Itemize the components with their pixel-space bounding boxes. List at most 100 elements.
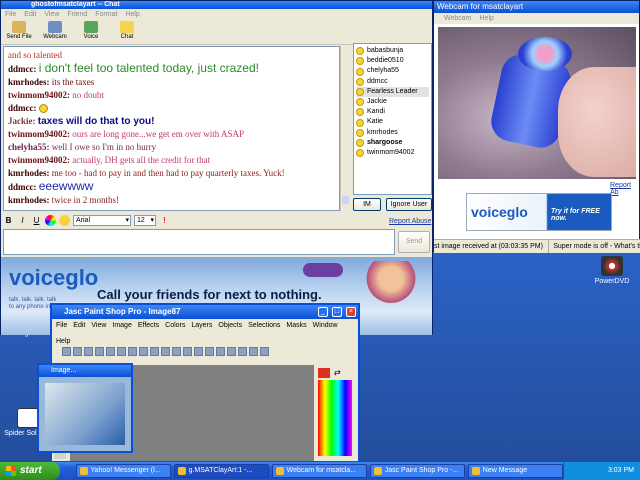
smiley-icon[interactable]	[59, 214, 70, 226]
ignore-user-button[interactable]: Ignore User	[386, 198, 432, 211]
help-icon[interactable]	[260, 347, 269, 356]
paste-icon[interactable]	[150, 347, 159, 356]
task-chat-room[interactable]: g.MSATClayArt:1 -...	[173, 464, 269, 478]
webcam-video-feed	[438, 27, 636, 179]
transcript-scrollbar[interactable]	[340, 46, 350, 211]
room-user[interactable]: shargoose	[356, 138, 429, 148]
message-author: twinmom94002:	[8, 129, 70, 139]
open-icon[interactable]	[73, 347, 82, 356]
tool-icon[interactable]	[249, 347, 258, 356]
underline-button[interactable]: U	[31, 215, 42, 226]
image87-child-window[interactable]: Image...	[37, 363, 133, 453]
psp-menu-effects[interactable]: Effects	[138, 321, 159, 331]
tool-icon[interactable]	[172, 347, 181, 356]
psp-menu-colors[interactable]: Colors	[165, 321, 185, 331]
room-user[interactable]: Katie	[356, 117, 429, 127]
color-icon[interactable]	[45, 214, 56, 226]
chat-button[interactable]: Chat	[112, 20, 142, 44]
font-size-select[interactable]: 12	[134, 214, 156, 226]
message-author: twinmom94002:	[8, 90, 70, 100]
chat-transcript[interactable]: and so talented ddmcc: i don't feel too t…	[3, 46, 340, 211]
menu-help[interactable]: Help	[125, 9, 139, 20]
psp-menu-file[interactable]: File	[56, 321, 67, 331]
undo-icon[interactable]	[106, 347, 115, 356]
webcam-report-link[interactable]: Report Ab	[610, 182, 639, 196]
room-user[interactable]: Fearless Leader	[356, 86, 429, 98]
room-user[interactable]: Kandi	[356, 107, 429, 117]
task-new-message[interactable]: New Message	[467, 464, 563, 478]
tool-icon[interactable]	[194, 347, 203, 356]
font-name-select[interactable]: Arial	[73, 214, 131, 226]
print-icon[interactable]	[95, 347, 104, 356]
room-user[interactable]: chelyha55	[356, 66, 429, 76]
tool-icon[interactable]	[238, 347, 247, 356]
send-file-button[interactable]: Send File	[4, 20, 34, 44]
buzz-icon[interactable]: !	[159, 215, 170, 226]
minimize-button[interactable]: _	[318, 307, 328, 317]
maximize-button[interactable]: □	[332, 307, 342, 317]
report-abuse-link[interactable]: Report Abuse	[389, 218, 431, 225]
desktop-icon-powerdvd[interactable]: PowerDVD	[582, 256, 640, 285]
start-button[interactable]: start	[0, 462, 60, 480]
cut-icon[interactable]	[128, 347, 137, 356]
im-button[interactable]: IM	[353, 198, 381, 211]
send-button[interactable]: Send	[398, 231, 430, 253]
bold-button[interactable]: B	[3, 215, 14, 226]
tool-icon[interactable]	[183, 347, 192, 356]
close-button[interactable]: ×	[346, 307, 356, 317]
message-text: and so talented	[8, 50, 62, 60]
emoticon-icon	[38, 104, 48, 114]
italic-button[interactable]: I	[17, 215, 28, 226]
color-spectrum[interactable]	[318, 380, 352, 456]
voice-button[interactable]: Voice	[76, 20, 106, 44]
skydiver-figure	[303, 263, 343, 277]
psp-menu-help[interactable]: Help	[56, 337, 70, 347]
psp-menu-window[interactable]: Window	[313, 321, 338, 331]
copy-icon[interactable]	[139, 347, 148, 356]
psp-menu-view[interactable]: View	[91, 321, 106, 331]
room-user-list[interactable]: babasbunja beddie0510 chelyha55 ddmcc Fearle…	[353, 43, 432, 195]
save-icon[interactable]	[84, 347, 93, 356]
scroll-thumb[interactable]	[342, 196, 349, 204]
message-author: ddmcc:	[8, 182, 37, 192]
room-user[interactable]: kmrhodes	[356, 128, 429, 138]
webcam-button[interactable]: Webcam	[40, 20, 70, 44]
webcam-ad-banner[interactable]: voiceglo Try it for FREE now.	[466, 193, 612, 231]
foreground-swatch	[318, 368, 330, 378]
tool-icon[interactable]	[227, 347, 236, 356]
psp-menu-selections[interactable]: Selections	[248, 321, 280, 331]
psp-menu-layers[interactable]: Layers	[191, 321, 212, 331]
task-webcam[interactable]: Webcam for msatcla...	[271, 464, 367, 478]
room-user[interactable]: twinmom94002	[356, 148, 429, 158]
color-palette[interactable]: ⇄	[316, 366, 356, 456]
menu-help[interactable]: Help	[480, 13, 494, 24]
room-user[interactable]: babasbunja	[356, 46, 429, 56]
menu-view[interactable]: View	[44, 9, 59, 20]
webcam-window-title: Webcam for msatclayart	[434, 1, 639, 13]
task-paint-shop-pro[interactable]: Jasc Paint Shop Pro -...	[369, 464, 465, 478]
new-icon[interactable]	[62, 347, 71, 356]
menu-friend[interactable]: Friend	[67, 9, 87, 20]
last-image-received: st image received at (03:03:35 PM)	[434, 240, 550, 253]
message-input[interactable]	[3, 229, 395, 255]
chat-message: twinmom94002: actually, DH gets all the …	[8, 154, 335, 167]
menu-edit[interactable]: Edit	[24, 9, 36, 20]
psp-menu-edit[interactable]: Edit	[73, 321, 85, 331]
zoom-icon[interactable]	[161, 347, 170, 356]
system-tray-clock: 3:03 PM	[562, 462, 640, 480]
tool-icon[interactable]	[205, 347, 214, 356]
psp-menu-objects[interactable]: Objects	[218, 321, 242, 331]
menu-webcam[interactable]: Webcam	[444, 13, 472, 24]
menu-format[interactable]: Format	[95, 9, 117, 20]
room-user[interactable]: beddie0510	[356, 56, 429, 66]
swap-colors-icon[interactable]: ⇄	[334, 368, 341, 377]
room-user[interactable]: ddmcc	[356, 77, 429, 87]
task-yahoo-messenger[interactable]: Yahoo! Messenger (I...	[75, 464, 171, 478]
room-user[interactable]: Jackie	[356, 97, 429, 107]
menu-file[interactable]: File	[5, 9, 16, 20]
psp-menu-image[interactable]: Image	[112, 321, 131, 331]
tool-icon[interactable]	[216, 347, 225, 356]
redo-icon[interactable]	[117, 347, 126, 356]
webcam-window: Webcam for msatclayart Webcam Help Repor…	[433, 0, 640, 253]
psp-menu-masks[interactable]: Masks	[286, 321, 306, 331]
